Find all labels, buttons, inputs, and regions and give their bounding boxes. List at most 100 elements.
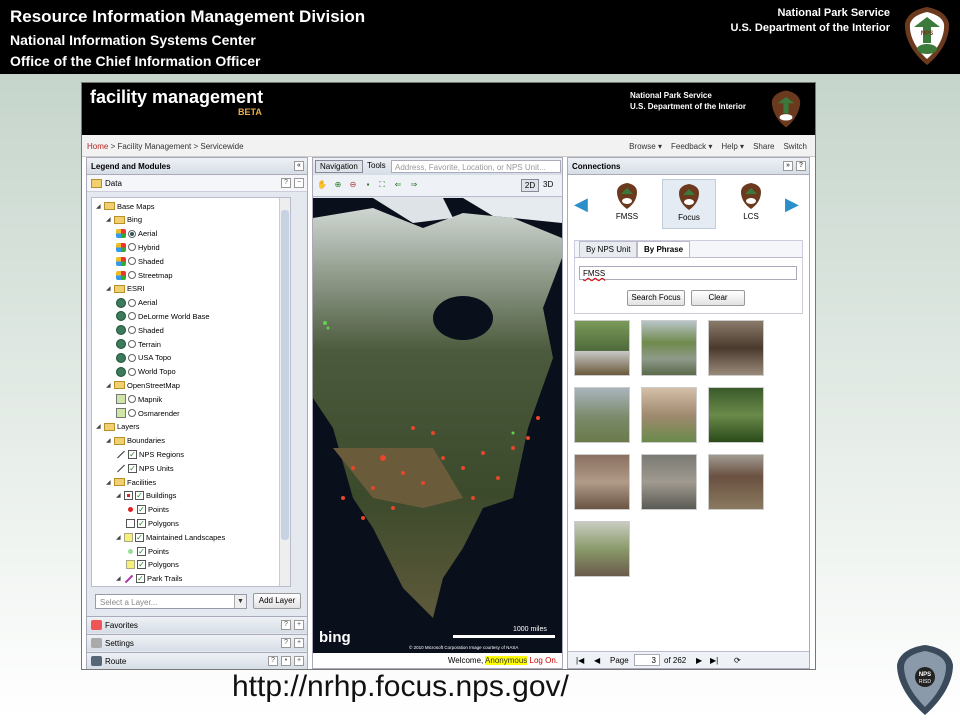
pan-hand-icon[interactable]: ✋ [317, 180, 327, 190]
result-thumbnail[interactable] [641, 387, 697, 443]
help-icon[interactable]: ? [281, 620, 291, 630]
result-thumbnail[interactable] [708, 387, 764, 443]
help-icon[interactable]: ? [281, 178, 291, 188]
tree-node[interactable]: ◢ ✓ Maintained Landscapes [116, 531, 225, 543]
help-icon[interactable]: ? [281, 638, 291, 648]
carousel-next-arrow-icon[interactable]: ▶ [785, 195, 803, 213]
help-icon[interactable]: ? [796, 161, 806, 171]
basemap-radio[interactable] [128, 367, 136, 376]
expand-icon[interactable]: + [294, 656, 304, 666]
tree-node[interactable]: ◢ ESRI [106, 283, 145, 295]
collapse-right-icon[interactable]: » [783, 161, 793, 171]
tree-node[interactable]: DeLorme World Base [116, 310, 210, 322]
menu-switch[interactable]: Switch [783, 142, 807, 151]
tree-node[interactable]: ◢ ✓ Park Trails [116, 573, 182, 585]
expand-icon[interactable]: + [294, 638, 304, 648]
basemap-radio[interactable] [128, 243, 136, 252]
menu-share[interactable]: Share [753, 142, 774, 151]
result-thumbnail[interactable] [708, 320, 764, 376]
layer-checkbox[interactable]: ✓ [137, 560, 146, 570]
tree-node[interactable]: ✓ Points [126, 504, 169, 516]
logon-link[interactable]: Log On. [530, 656, 558, 665]
expand-arrow-icon[interactable]: ◢ [106, 382, 112, 389]
expand-arrow-icon[interactable]: ◢ [106, 437, 112, 444]
mode-3d-button[interactable]: 3D [543, 180, 553, 189]
tree-node[interactable]: ◢ Layers [96, 421, 140, 433]
expand-arrow-icon[interactable]: ◢ [106, 479, 112, 486]
result-thumbnail[interactable] [574, 454, 630, 510]
carousel-item-lcs[interactable]: LCS [724, 179, 778, 229]
result-thumbnail[interactable] [641, 454, 697, 510]
accordion-route[interactable]: Route ? • + [87, 652, 307, 669]
chevron-down-icon[interactable]: ▼ [234, 595, 246, 608]
back-arrow-icon[interactable]: ⇐ [393, 180, 403, 190]
minimize-icon[interactable]: − [294, 178, 304, 188]
add-layer-button[interactable]: Add Layer [253, 593, 301, 609]
result-thumbnail[interactable] [641, 320, 697, 376]
tree-node[interactable]: ◢ Facilities [106, 476, 156, 488]
layer-checkbox[interactable]: ✓ [135, 532, 144, 542]
tab-tools[interactable]: Tools [363, 160, 390, 173]
menu-browse[interactable]: Browse ▾ [629, 142, 662, 151]
basemap-radio[interactable] [128, 312, 136, 321]
tree-node[interactable]: ✓ Polygons [126, 517, 179, 529]
layer-checkbox[interactable]: ✓ [137, 505, 146, 515]
expand-arrow-icon[interactable]: ◢ [116, 492, 122, 499]
zoom-out-icon[interactable]: ⊖ [348, 180, 358, 190]
tree-node[interactable]: Streetmap [116, 269, 173, 281]
layer-checkbox[interactable]: ✓ [137, 546, 146, 556]
basemap-radio[interactable] [128, 298, 136, 307]
full-extent-icon[interactable]: ▪ [363, 180, 373, 190]
first-page-icon[interactable]: |◀ [576, 656, 584, 665]
basemap-radio[interactable] [128, 257, 136, 266]
basemap-radio[interactable] [128, 326, 136, 335]
expand-arrow-icon[interactable]: ◢ [96, 203, 102, 210]
basemap-radio[interactable] [128, 271, 136, 279]
tree-node[interactable]: Shaded [116, 255, 164, 267]
tab-by-phrase[interactable]: By Phrase [637, 241, 691, 257]
prev-page-icon[interactable]: ◀ [594, 656, 600, 665]
tree-node[interactable]: ◢ OpenStreetMap [106, 379, 180, 391]
tree-node[interactable]: ✓ NPS Regions [116, 448, 184, 460]
map-search-input[interactable]: Address, Favorite, Location, or NPS Unit… [391, 160, 561, 173]
tree-node[interactable]: Osmarender [116, 407, 180, 419]
clear-button[interactable]: Clear [691, 290, 745, 306]
help-icon[interactable]: ? [268, 656, 278, 666]
tab-navigation[interactable]: Navigation [315, 160, 363, 173]
expand-arrow-icon[interactable]: ◢ [116, 534, 122, 541]
site-url[interactable]: http://nrhp.focus.nps.gov/ [232, 670, 569, 704]
satellite-map[interactable]: bing 1000 miles © 2010 Microsoft Corpora… [313, 198, 562, 654]
page-number-input[interactable]: 3 [634, 654, 660, 666]
tree-node[interactable]: Hybrid [116, 241, 160, 253]
tree-node[interactable]: World Topo [116, 366, 176, 378]
next-page-icon[interactable]: ▶ [696, 656, 702, 665]
basemap-radio[interactable] [128, 409, 136, 417]
basemap-radio[interactable] [128, 395, 136, 404]
tree-node[interactable]: Terrain [116, 338, 161, 350]
tree-node[interactable]: ◢ ✓ Buildings [116, 490, 176, 502]
layer-checkbox[interactable]: ✓ [136, 574, 145, 584]
result-thumbnail[interactable] [574, 387, 630, 443]
tree-node[interactable]: ✓ Points [126, 545, 169, 557]
settings-small-icon[interactable]: • [281, 656, 291, 666]
tree-scrollbar[interactable] [279, 198, 290, 586]
layer-checkbox[interactable]: ✓ [137, 518, 146, 528]
menu-feedback[interactable]: Feedback ▾ [671, 142, 712, 151]
expand-arrow-icon[interactable]: ◢ [116, 575, 122, 582]
carousel-item-fmss[interactable]: FMSS [600, 179, 654, 229]
result-thumbnail[interactable] [574, 521, 630, 577]
tree-node[interactable]: ◢ Boundaries [106, 435, 165, 447]
result-thumbnail[interactable] [574, 320, 630, 376]
refresh-icon[interactable]: ⟳ [734, 656, 741, 665]
menu-help[interactable]: Help ▾ [721, 142, 744, 151]
zoom-in-icon[interactable]: ⊕ [333, 180, 343, 190]
tree-node[interactable]: Aerial [116, 228, 157, 240]
basemap-radio[interactable] [128, 353, 136, 362]
last-page-icon[interactable]: ▶| [710, 656, 718, 665]
phrase-input[interactable]: FMSS [579, 266, 797, 280]
forward-arrow-icon[interactable]: ⇒ [409, 180, 419, 190]
carousel-prev-arrow-icon[interactable]: ◀ [574, 195, 592, 213]
tab-by-nps-unit[interactable]: By NPS Unit [579, 241, 638, 257]
tree-node[interactable]: ✓ NPS Units [116, 462, 174, 474]
expand-arrow-icon[interactable]: ◢ [106, 285, 112, 292]
